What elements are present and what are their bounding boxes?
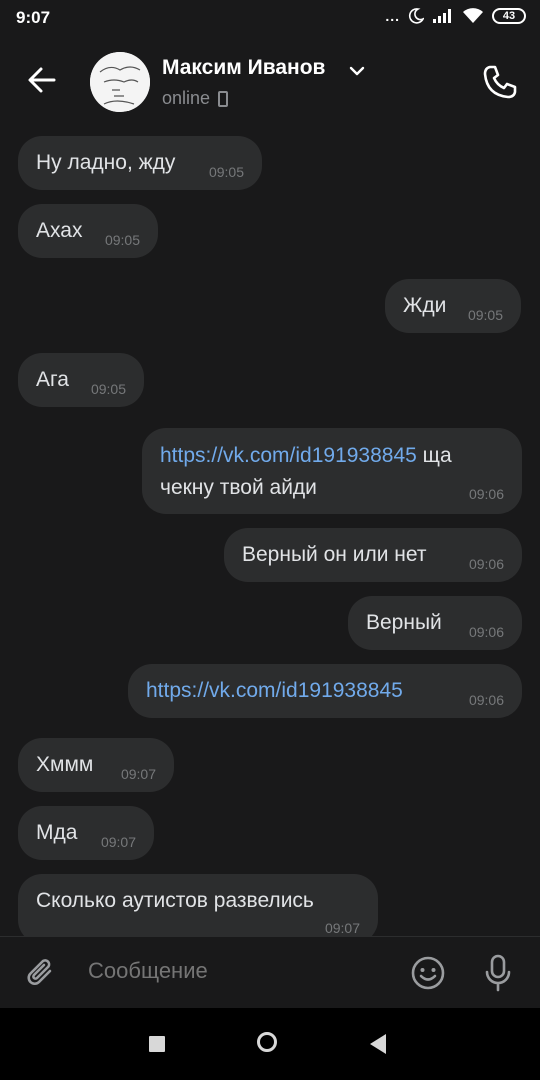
- outgoing-message-bubble[interactable]: https://vk.com/id191938845 ща чекну твой…: [142, 428, 522, 514]
- message-body: Сколько аутистов развелись: [36, 889, 314, 912]
- incoming-message-bubble[interactable]: Сколько аутистов развелись 09:07: [18, 874, 378, 936]
- wifi-icon: [463, 8, 483, 23]
- paperclip-icon[interactable]: [24, 955, 60, 991]
- message-timestamp: 09:05: [208, 164, 244, 180]
- status-bar: 9:07 ... 43: [0, 0, 540, 36]
- cell-signal-icon: [433, 9, 451, 23]
- message-text: Мда: [36, 817, 96, 849]
- back-arrow-icon[interactable]: [24, 62, 60, 98]
- message-text: Верный он или нет: [242, 539, 462, 571]
- system-nav-bar: [0, 1008, 540, 1080]
- message-input[interactable]: [86, 957, 390, 985]
- mobile-device-icon: [218, 90, 229, 107]
- message-timestamp: 09:06: [468, 556, 504, 572]
- message-timestamp: 09:07: [100, 834, 136, 850]
- outgoing-message-bubble[interactable]: Верный 09:06: [348, 596, 522, 650]
- message-timestamp: 09:05: [467, 307, 503, 323]
- outgoing-message-bubble[interactable]: Верный он или нет 09:06: [224, 528, 522, 582]
- message-text: Верный: [366, 607, 456, 639]
- notification-dots: ...: [385, 8, 400, 24]
- chat-header: Максим Иванов online: [0, 36, 540, 126]
- message-link[interactable]: https://vk.com/id191938845: [160, 444, 417, 467]
- message-text: Ахах: [36, 215, 96, 247]
- incoming-message-bubble[interactable]: Ахах 09:05: [18, 204, 158, 258]
- avatar-image: [90, 52, 150, 112]
- back-triangle-icon[interactable]: [370, 1034, 386, 1054]
- battery-level: 43: [502, 10, 516, 22]
- message-timestamp: 09:05: [104, 232, 140, 248]
- do-not-disturb-moon-icon: [408, 8, 424, 24]
- message-body: Ахах: [36, 219, 83, 242]
- message-text: Сколько аутистов развелись: [36, 885, 366, 917]
- microphone-icon[interactable]: [482, 953, 514, 993]
- message-text: Жди: [403, 290, 463, 322]
- message-text: Хммм: [36, 749, 116, 781]
- online-status-text: online: [162, 88, 211, 108]
- message-body: Верный он или нет: [242, 543, 427, 566]
- message-timestamp: 09:07: [120, 766, 156, 782]
- incoming-message-bubble[interactable]: Мда 09:07: [18, 806, 154, 860]
- outgoing-message-bubble[interactable]: https://vk.com/id191938845 09:06: [128, 664, 522, 718]
- message-text: Ну ладно, жду: [36, 147, 206, 179]
- contact-avatar[interactable]: [90, 52, 150, 112]
- message-timestamp: 09:06: [468, 486, 504, 502]
- incoming-message-bubble[interactable]: Ага 09:05: [18, 353, 144, 407]
- battery-indicator: 43: [492, 8, 526, 24]
- message-timestamp: 09:06: [468, 624, 504, 640]
- message-timestamp: 09:05: [90, 381, 126, 397]
- message-list[interactable]: Ну ладно, жду 09:05 Ахах 09:05 Жди 09:05 Ага 09…: [0, 126, 540, 936]
- message-body: Верный: [366, 611, 442, 634]
- message-body: Жди: [403, 294, 447, 317]
- message-text: https://vk.com/id191938845 ща чекну твой…: [160, 440, 505, 504]
- status-icons: ... 43: [385, 8, 526, 24]
- message-body: Ну ладно, жду: [36, 151, 176, 174]
- message-text: https://vk.com/id191938845: [146, 675, 466, 707]
- message-timestamp: 09:07: [324, 920, 360, 936]
- message-text: Ага: [36, 364, 86, 396]
- message-timestamp: 09:06: [468, 692, 504, 708]
- chevron-down-icon[interactable]: [348, 62, 366, 80]
- outgoing-message-bubble[interactable]: Жди 09:05: [385, 279, 521, 333]
- incoming-message-bubble[interactable]: Хммм 09:07: [18, 738, 174, 792]
- message-body: Хммм: [36, 753, 94, 776]
- emoji-smile-icon[interactable]: [410, 955, 446, 991]
- message-body: Ага: [36, 368, 69, 391]
- message-link[interactable]: https://vk.com/id191938845: [146, 679, 403, 702]
- message-body: Мда: [36, 821, 78, 844]
- home-circle-icon[interactable]: [257, 1032, 277, 1052]
- incoming-message-bubble[interactable]: Ну ладно, жду 09:05: [18, 136, 262, 190]
- contact-status: online: [162, 88, 229, 109]
- contact-name[interactable]: Максим Иванов: [162, 56, 325, 80]
- status-time: 9:07: [16, 8, 51, 27]
- phone-call-icon[interactable]: [480, 62, 520, 102]
- recents-square-icon[interactable]: [149, 1036, 165, 1052]
- message-composer: [0, 936, 540, 1009]
